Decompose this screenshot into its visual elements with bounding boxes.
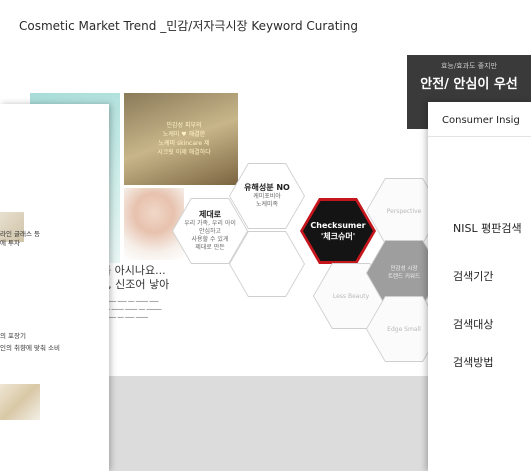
hex-checksumer-subtitle: '체크슈머' bbox=[320, 232, 356, 241]
left-slide: 라인 글래스 등 에 투자 의 포장기 인의 취향에 맞춰 소비 bbox=[0, 104, 109, 471]
article-body-text: ━━━━ ━━━ ━━ ━━━━ ━━━ ━━ ━━━━ ━━━━ ━━ ━━━… bbox=[104, 298, 224, 322]
hex-harmful-line: 노케미족 bbox=[255, 201, 279, 208]
body-line: ━━━━ ━━ ━━━ ━━━━ bbox=[104, 315, 148, 321]
hex-market-line: 민감성 시장 bbox=[390, 266, 418, 272]
woman-photo bbox=[124, 188, 184, 260]
right-slide-item: NISL 평판검색 bbox=[453, 222, 522, 235]
hex-checking-line: 제대로 만든 bbox=[195, 244, 225, 251]
right-slide-item: 검색기간 bbox=[453, 270, 494, 283]
hex-market-line: 트렌드 키워드 bbox=[387, 274, 421, 280]
left-lifestyle-image bbox=[0, 384, 40, 420]
gold-caption-line: 노케미 skincare 제 bbox=[158, 140, 210, 147]
hex-checking-line: 우리 가족, 우리 아이 bbox=[184, 220, 236, 227]
hex-harmful-title: 유해성분 NO bbox=[244, 183, 290, 192]
heading-divider bbox=[428, 136, 531, 137]
gold-image-caption: 민감성 피부의 노케미 ♥ 해결한 노케미 skincare 제 시크릿 이제 … bbox=[134, 121, 234, 157]
hex-less-beauty-label: Less Beauty bbox=[332, 292, 370, 300]
gold-caption-line: 시크릿 이제 해결하다 bbox=[157, 149, 211, 156]
callout-subtext: 효능/효과도 좋지만 bbox=[440, 62, 498, 70]
right-slide-item: 검색방법 bbox=[453, 356, 494, 369]
right-slide: Consumer Insig NISL 평판검색 검색기간 검색대상 검색방법 bbox=[428, 102, 531, 471]
hex-checksumer: Checksumer '체크슈머' bbox=[300, 198, 376, 264]
hex-checking-title: 제대로 bbox=[198, 210, 222, 219]
gold-caption-line: 노케미 ♥ 해결한 bbox=[162, 131, 206, 138]
right-slide-item: 검색대상 bbox=[453, 318, 494, 331]
hex-perspective-label: Perspective bbox=[386, 207, 422, 215]
left-slide-text: 라인 글래스 등 bbox=[0, 230, 41, 238]
callout-headline: 안전/ 안심이 우선 bbox=[420, 77, 518, 92]
left-slide-text: 의 포장기 bbox=[0, 332, 26, 340]
body-line: ━━━━ ━━━ ━━ ━━━━ ━━━ bbox=[104, 299, 159, 305]
right-slide-heading: Consumer Insig bbox=[442, 115, 520, 126]
left-slide-text: 에 투자 bbox=[0, 239, 21, 247]
body-line: ━━ ━━━━ ━━━━ ━━ ━━━━━ bbox=[104, 307, 162, 313]
left-slide-text: 인의 취향에 맞춰 소비 bbox=[0, 344, 61, 352]
hex-edge-small-label: Edge Small bbox=[387, 325, 421, 333]
hex-checking-line: 안심하고 bbox=[198, 228, 222, 235]
gold-product-image: 민감성 피부의 노케미 ♥ 해결한 노케미 skincare 제 시크릿 이제 … bbox=[124, 93, 238, 185]
hex-harmful-line: 케미포비아 bbox=[253, 193, 281, 200]
slide-title: Cosmetic Market Trend _민감/저자극시장 Keyword … bbox=[19, 19, 358, 33]
gold-caption-line: 민감성 피부의 bbox=[166, 122, 202, 129]
hex-checksumer-title: Checksumer bbox=[310, 221, 366, 230]
hex-checking-line: 사용할 수 있게 bbox=[191, 236, 229, 243]
